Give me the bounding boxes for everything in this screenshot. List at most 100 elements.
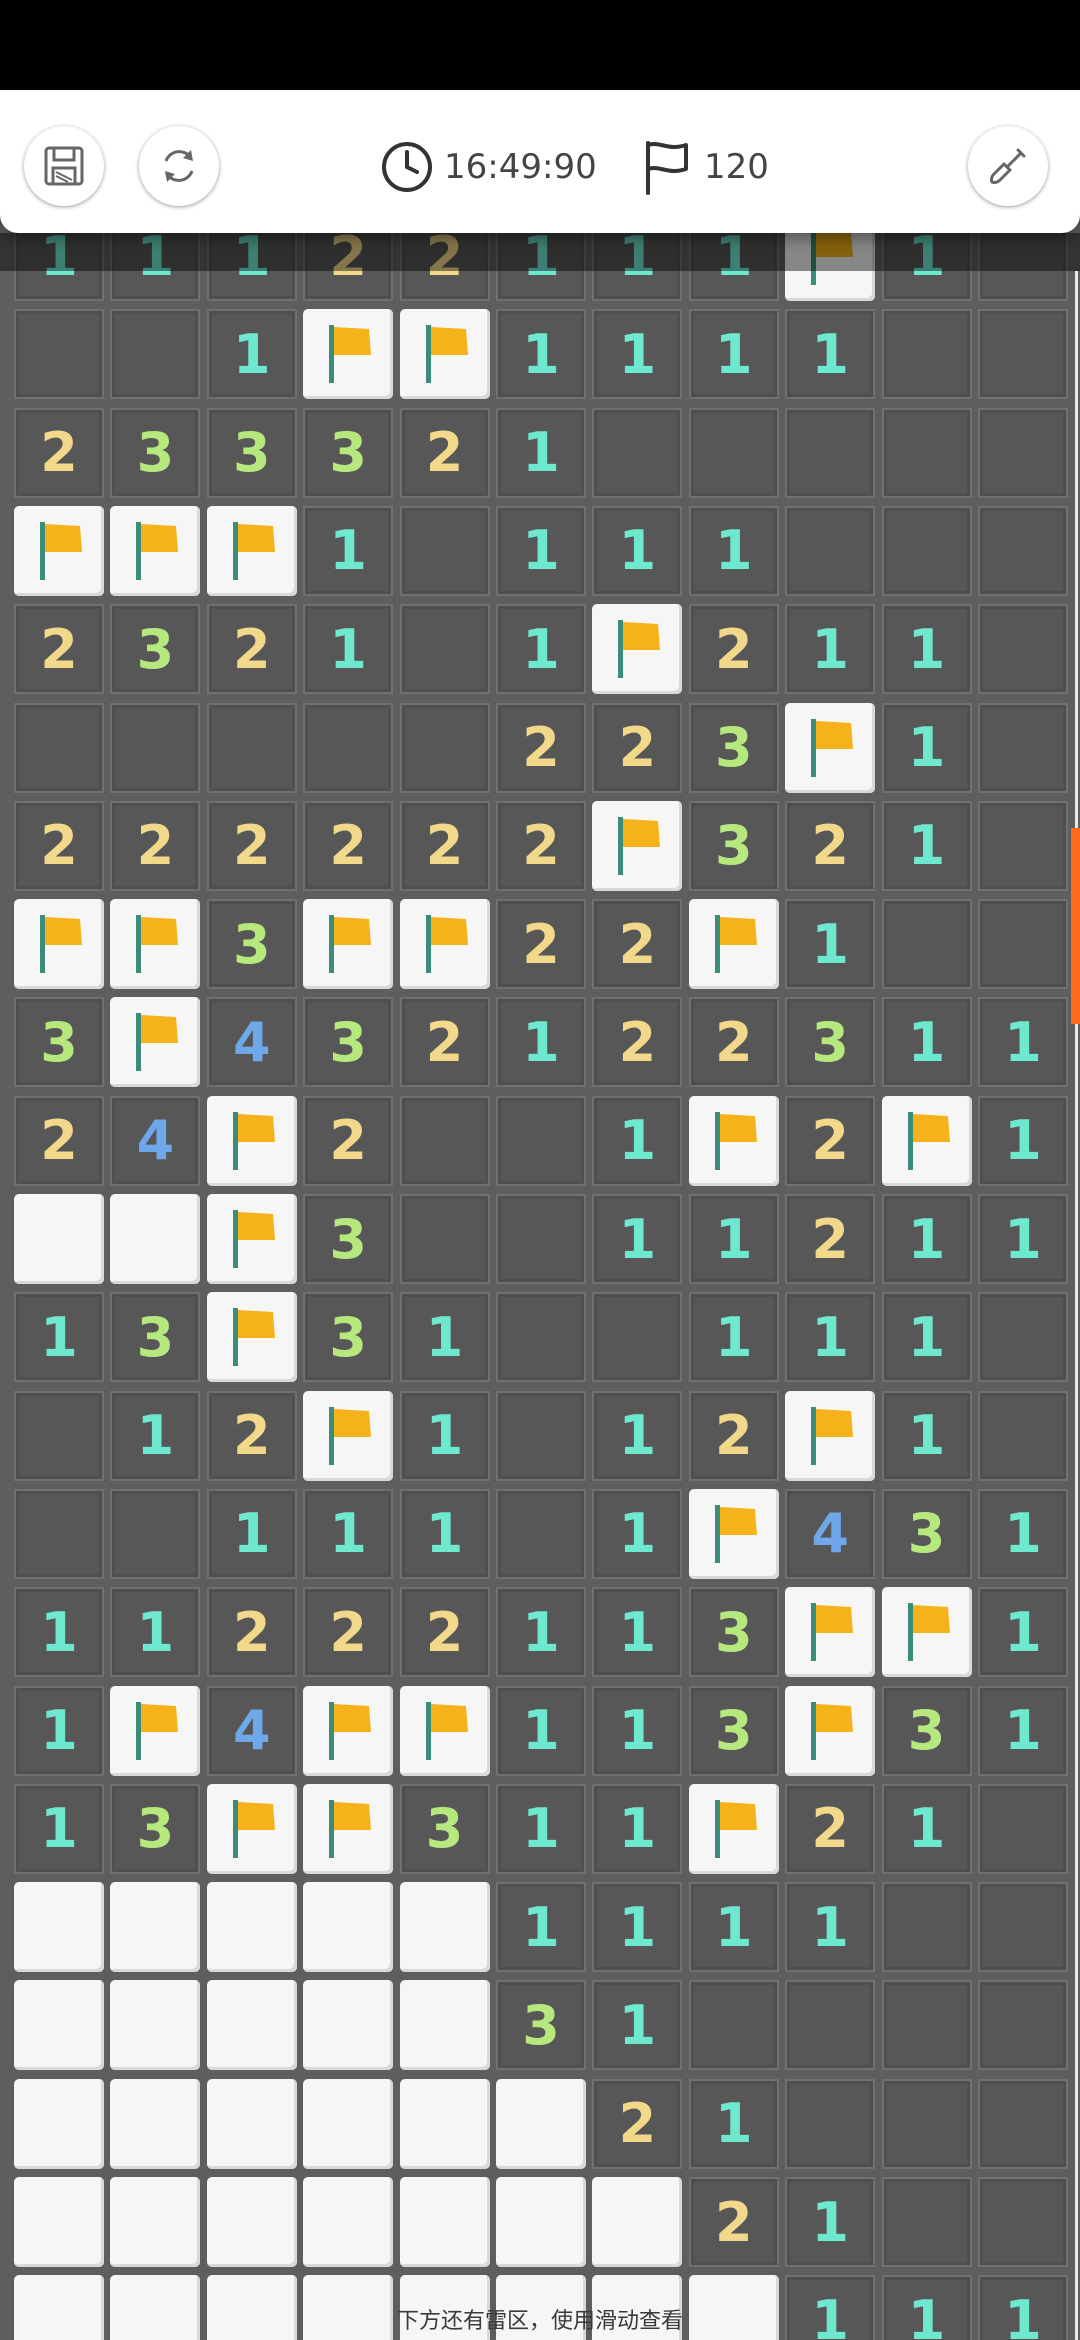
number-cell[interactable]: 3 [688, 1587, 779, 1678]
number-cell[interactable]: 1 [785, 309, 876, 400]
flagged-cell[interactable] [785, 1587, 876, 1678]
number-cell[interactable]: 1 [785, 899, 876, 990]
flagged-cell[interactable] [592, 800, 683, 891]
flagged-cell[interactable] [881, 1095, 972, 1186]
number-cell[interactable]: 1 [785, 1882, 876, 1973]
number-cell[interactable]: 3 [881, 1685, 972, 1776]
hidden-cell[interactable] [496, 1390, 586, 1481]
hidden-cell[interactable] [496, 1194, 586, 1284]
revealed-empty-cell[interactable] [496, 2078, 586, 2169]
number-cell[interactable]: 1 [881, 1783, 972, 1874]
number-cell[interactable]: 1 [688, 309, 779, 400]
number-cell[interactable]: 2 [206, 604, 297, 695]
number-cell[interactable]: 2 [785, 1095, 876, 1186]
number-cell[interactable]: 1 [496, 604, 586, 695]
number-cell[interactable]: 2 [496, 899, 586, 990]
number-cell[interactable]: 4 [206, 1685, 297, 1776]
hidden-cell[interactable] [785, 407, 876, 498]
hidden-cell[interactable] [399, 702, 490, 793]
number-cell[interactable]: 2 [785, 800, 876, 891]
number-cell[interactable]: 1 [592, 1882, 683, 1973]
number-cell[interactable]: 2 [688, 997, 779, 1088]
minefield[interactable]: 1112211111111123332111112321121122312222… [0, 233, 1080, 2340]
hidden-cell[interactable] [496, 1095, 586, 1186]
number-cell[interactable]: 1 [592, 1390, 683, 1481]
number-cell[interactable]: 2 [592, 997, 683, 1088]
hidden-cell[interactable] [303, 702, 394, 793]
revealed-empty-cell[interactable] [592, 2177, 683, 2267]
hidden-cell[interactable] [978, 1390, 1068, 1481]
revealed-empty-cell[interactable] [206, 2078, 297, 2169]
number-cell[interactable]: 1 [206, 1488, 297, 1579]
number-cell[interactable]: 1 [881, 1390, 972, 1481]
revealed-empty-cell[interactable] [14, 1882, 104, 1973]
number-cell[interactable]: 1 [14, 1587, 104, 1678]
number-cell[interactable]: 2 [688, 2177, 779, 2267]
hidden-cell[interactable] [14, 309, 104, 400]
number-cell[interactable]: 2 [688, 604, 779, 695]
number-cell[interactable]: 2 [14, 604, 104, 695]
number-cell[interactable]: 1 [496, 1685, 586, 1776]
hidden-cell[interactable] [110, 1488, 201, 1579]
number-cell[interactable]: 1 [592, 1194, 683, 1284]
number-cell[interactable]: 1 [399, 1488, 490, 1579]
number-cell[interactable]: 1 [110, 1390, 201, 1481]
hidden-cell[interactable] [881, 505, 972, 596]
flagged-cell[interactable] [14, 899, 104, 990]
revealed-empty-cell[interactable] [303, 2078, 394, 2169]
number-cell[interactable]: 1 [978, 1685, 1068, 1776]
number-cell[interactable]: 1 [399, 1292, 490, 1383]
number-cell[interactable]: 2 [206, 1390, 297, 1481]
number-cell[interactable]: 3 [496, 1980, 586, 2071]
number-cell[interactable]: 4 [785, 1488, 876, 1579]
number-cell[interactable]: 2 [399, 407, 490, 498]
scrollbar-thumb[interactable] [1071, 828, 1080, 1024]
number-cell[interactable]: 2 [785, 1194, 876, 1284]
hidden-cell[interactable] [881, 2177, 972, 2267]
number-cell[interactable]: 1 [978, 1587, 1068, 1678]
number-cell[interactable]: 1 [592, 1980, 683, 2071]
flagged-cell[interactable] [688, 1095, 779, 1186]
restart-button[interactable] [139, 126, 219, 206]
number-cell[interactable]: 1 [785, 2177, 876, 2267]
flagged-cell[interactable] [206, 1194, 297, 1284]
number-cell[interactable]: 2 [785, 1783, 876, 1874]
number-cell[interactable]: 1 [496, 997, 586, 1088]
flagged-cell[interactable] [110, 899, 201, 990]
revealed-empty-cell[interactable] [303, 2177, 394, 2267]
number-cell[interactable]: 1 [785, 1292, 876, 1383]
revealed-empty-cell[interactable] [14, 1980, 104, 2071]
hidden-cell[interactable] [978, 1783, 1068, 1874]
flagged-cell[interactable] [206, 1095, 297, 1186]
number-cell[interactable]: 1 [399, 1390, 490, 1481]
number-cell[interactable]: 1 [592, 1685, 683, 1776]
flagged-cell[interactable] [688, 1488, 779, 1579]
hidden-cell[interactable] [688, 407, 779, 498]
number-cell[interactable]: 3 [303, 1194, 394, 1284]
number-cell[interactable]: 1 [110, 1587, 201, 1678]
hidden-cell[interactable] [881, 309, 972, 400]
number-cell[interactable]: 2 [14, 1095, 104, 1186]
number-cell[interactable]: 1 [978, 1095, 1068, 1186]
flagged-cell[interactable] [688, 899, 779, 990]
number-cell[interactable]: 1 [688, 505, 779, 596]
number-cell[interactable]: 3 [688, 702, 779, 793]
hidden-cell[interactable] [592, 407, 683, 498]
number-cell[interactable]: 1 [881, 1292, 972, 1383]
number-cell[interactable]: 2 [688, 1390, 779, 1481]
number-cell[interactable]: 1 [303, 604, 394, 695]
number-cell[interactable]: 2 [14, 407, 104, 498]
hidden-cell[interactable] [14, 1390, 104, 1481]
revealed-empty-cell[interactable] [110, 2078, 201, 2169]
hidden-cell[interactable] [110, 702, 201, 793]
number-cell[interactable]: 1 [303, 1488, 394, 1579]
number-cell[interactable]: 3 [881, 1488, 972, 1579]
hidden-cell[interactable] [978, 309, 1068, 400]
revealed-empty-cell[interactable] [206, 1980, 297, 2071]
number-cell[interactable]: 3 [110, 604, 201, 695]
flagged-cell[interactable] [785, 1390, 876, 1481]
flagged-cell[interactable] [785, 1685, 876, 1776]
flagged-cell[interactable] [303, 1390, 394, 1481]
number-cell[interactable]: 3 [110, 1292, 201, 1383]
number-cell[interactable]: 3 [110, 407, 201, 498]
